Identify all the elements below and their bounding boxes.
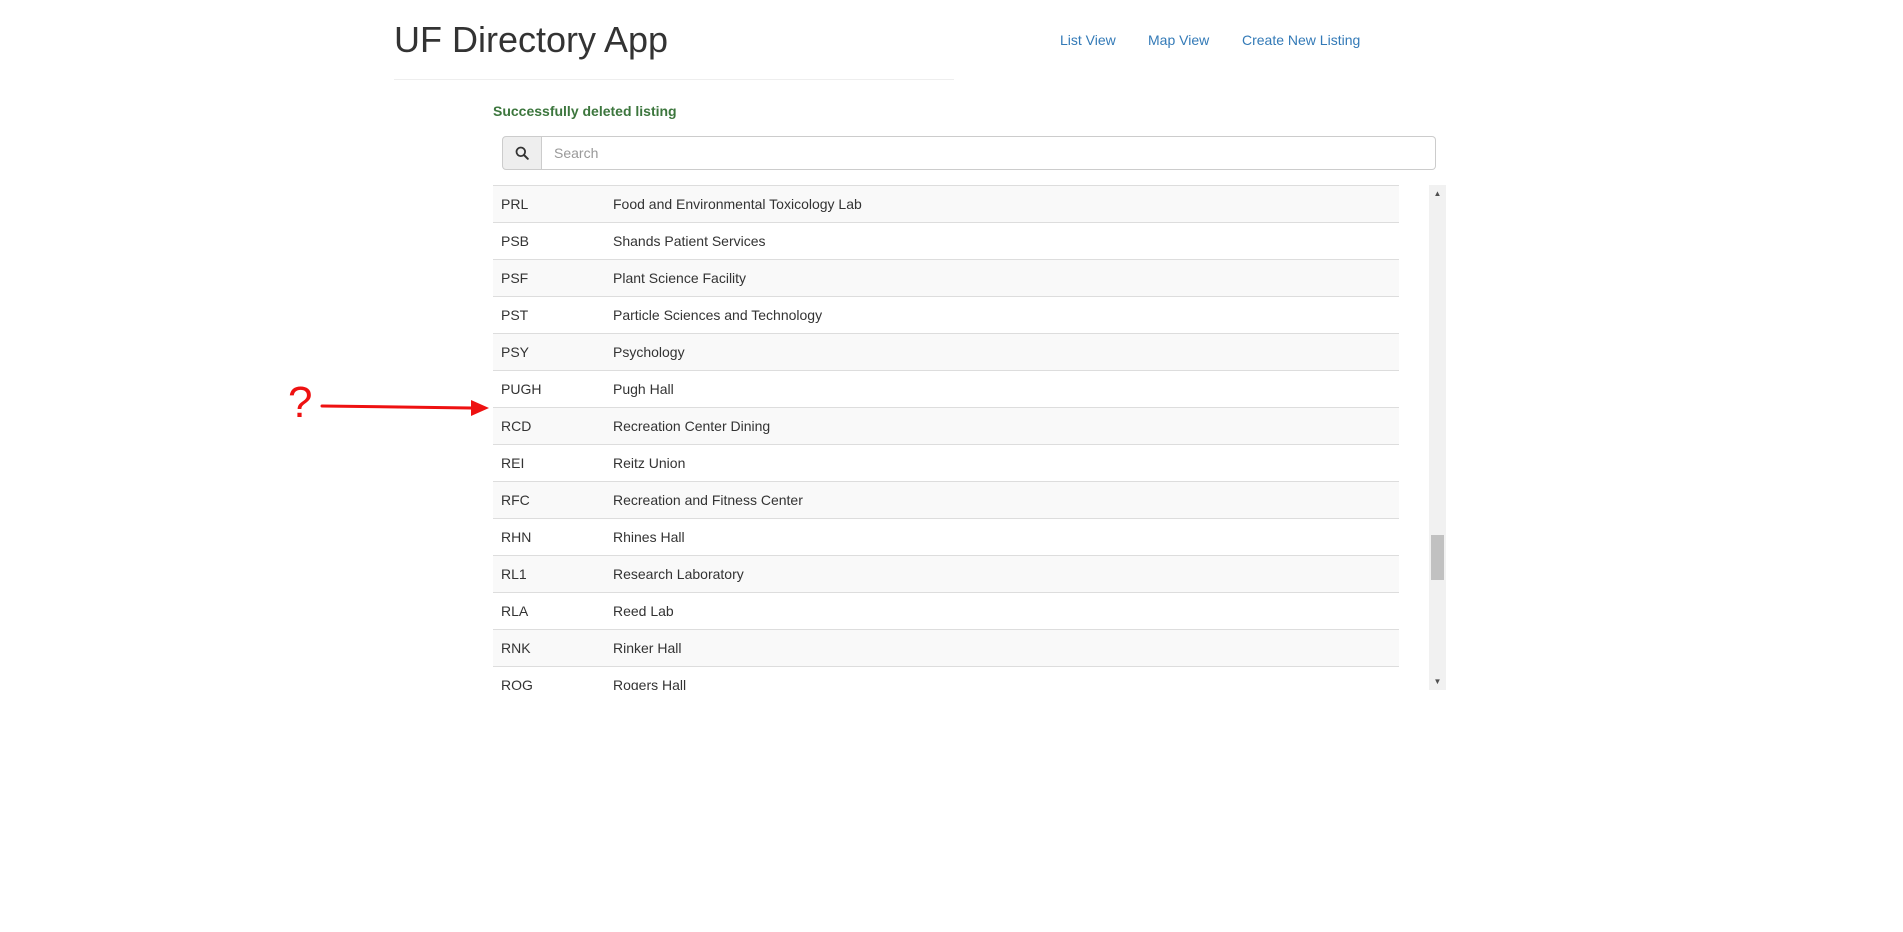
listing-name: Reed Lab xyxy=(605,592,1399,630)
listing-name: Reitz Union xyxy=(605,444,1399,482)
listing-code: PSY xyxy=(493,333,605,371)
listing-name: Rhines Hall xyxy=(605,518,1399,556)
page-title: UF Directory App xyxy=(394,19,669,60)
search-button[interactable] xyxy=(502,136,542,170)
listing-name: Rinker Hall xyxy=(605,629,1399,667)
table-row[interactable]: RHN Rhines Hall xyxy=(493,518,1399,556)
table-row[interactable]: PRL Food and Environmental Toxicology Lab xyxy=(493,185,1399,223)
listing-code: RHN xyxy=(493,518,605,556)
table-row[interactable]: PUGH Pugh Hall xyxy=(493,370,1399,408)
listing-code: PUGH xyxy=(493,370,605,408)
listings-scrollbar[interactable]: ▲ ▼ xyxy=(1429,185,1446,690)
listing-name: Food and Environmental Toxicology Lab xyxy=(605,185,1399,223)
listings-table: PRL Food and Environmental Toxicology Lab… xyxy=(493,185,1399,690)
listing-name: Plant Science Facility xyxy=(605,259,1399,297)
search-bar xyxy=(502,136,1436,170)
scroll-thumb[interactable] xyxy=(1431,535,1444,580)
listing-name: Shands Patient Services xyxy=(605,222,1399,260)
table-row[interactable]: RL1 Research Laboratory xyxy=(493,555,1399,593)
table-row[interactable]: PSF Plant Science Facility xyxy=(493,259,1399,297)
listing-name: Recreation and Fitness Center xyxy=(605,481,1399,519)
listing-code: RLA xyxy=(493,592,605,630)
listing-code: RFC xyxy=(493,481,605,519)
listings-scroll-area[interactable]: PRL Food and Environmental Toxicology Lab… xyxy=(493,185,1446,690)
listing-name: Research Laboratory xyxy=(605,555,1399,593)
table-row[interactable]: REI Reitz Union xyxy=(493,444,1399,482)
nav-list-view[interactable]: List View xyxy=(1060,31,1116,49)
listing-code: PSB xyxy=(493,222,605,260)
search-input[interactable] xyxy=(542,136,1436,170)
listing-code: PSF xyxy=(493,259,605,297)
listing-code: RCD xyxy=(493,407,605,445)
table-row[interactable]: RLA Reed Lab xyxy=(493,592,1399,630)
search-icon xyxy=(515,146,529,160)
table-row[interactable]: PSY Psychology xyxy=(493,333,1399,371)
listing-name: Rogers Hall xyxy=(605,666,1399,690)
table-row[interactable]: RFC Recreation and Fitness Center xyxy=(493,481,1399,519)
listing-code: RL1 xyxy=(493,555,605,593)
scroll-down-arrow-icon[interactable]: ▼ xyxy=(1429,673,1446,690)
nav-map-view[interactable]: Map View xyxy=(1148,31,1209,49)
table-row[interactable]: PST Particle Sciences and Technology xyxy=(493,296,1399,334)
question-mark-annotation: ? xyxy=(288,378,313,427)
red-arrow-icon xyxy=(320,400,489,416)
nav-create-new-listing[interactable]: Create New Listing xyxy=(1242,31,1360,49)
table-row[interactable]: RCD Recreation Center Dining xyxy=(493,407,1399,445)
listing-code: PRL xyxy=(493,185,605,223)
listing-code: ROG xyxy=(493,666,605,690)
listing-name: Psychology xyxy=(605,333,1399,371)
listing-code: REI xyxy=(493,444,605,482)
listing-name: Particle Sciences and Technology xyxy=(605,296,1399,334)
success-message: Successfully deleted listing xyxy=(493,103,677,119)
listing-code: RNK xyxy=(493,629,605,667)
listing-code: PST xyxy=(493,296,605,334)
table-row[interactable]: ROG Rogers Hall xyxy=(493,666,1399,690)
table-row[interactable]: RNK Rinker Hall xyxy=(493,629,1399,667)
listing-name: Recreation Center Dining xyxy=(605,407,1399,445)
title-divider xyxy=(394,79,954,80)
listing-name: Pugh Hall xyxy=(605,370,1399,408)
table-row[interactable]: PSB Shands Patient Services xyxy=(493,222,1399,260)
scroll-up-arrow-icon[interactable]: ▲ xyxy=(1429,185,1446,202)
